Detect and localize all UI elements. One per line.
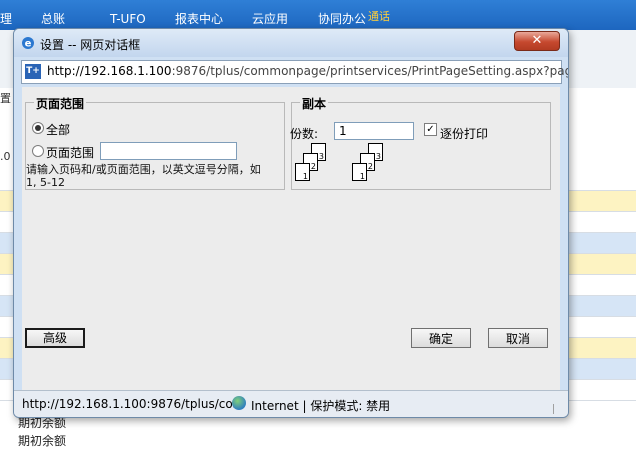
print-settings-dialog: e 设置 -- 网页对话框 ✕ T+ http://192.168.1.100:…	[13, 28, 569, 418]
status-url: http://192.168.1.100:9876/tplus/con	[22, 397, 241, 411]
bg-left-label: .0	[0, 150, 11, 163]
nav-item-cloud-apps[interactable]: 云应用	[252, 12, 288, 26]
radio-page-range[interactable]	[32, 145, 44, 157]
radio-page-range-label[interactable]: 页面范围	[46, 144, 94, 161]
tplus-icon: T+	[25, 64, 41, 79]
page-range-hint-example: 1, 5-12	[26, 176, 65, 189]
radio-all[interactable]	[32, 122, 44, 134]
globe-icon	[232, 396, 246, 410]
collate-checkbox[interactable]: ✓	[424, 123, 437, 136]
svg-text:e: e	[25, 39, 32, 50]
nav-item-report-center[interactable]: 报表中心	[175, 12, 223, 26]
page-range-input[interactable]	[100, 142, 237, 160]
dialog-titlebar[interactable]: e 设置 -- 网页对话框 ✕	[14, 29, 568, 57]
page-range-group: 页面范围 全部 页面范围 请输入页码和/或页面范围，以英文逗号分隔，如 1, 5…	[25, 95, 285, 190]
app-top-nav: 理 总账 T-UFO 报表中心 云应用 协同办公 通话	[0, 0, 636, 30]
bg-left-label: 置	[0, 92, 11, 105]
address-url: http://192.168.1.100:9876/tplus/commonpa…	[47, 64, 569, 78]
copies-legend: 副本	[300, 95, 329, 112]
ok-button[interactable]: 确定	[411, 328, 471, 348]
close-button[interactable]: ✕	[514, 31, 560, 51]
page-icon: 1	[295, 163, 310, 181]
copies-count-input[interactable]	[334, 122, 414, 140]
cancel-button[interactable]: 取消	[488, 328, 548, 348]
page-range-hint: 请输入页码和/或页面范围，以英文逗号分隔，如	[26, 163, 261, 176]
address-bar: T+ http://192.168.1.100:9876/tplus/commo…	[21, 60, 568, 84]
dialog-title: 设置 -- 网页对话框	[40, 38, 141, 52]
resize-grip-icon[interactable]	[553, 404, 564, 414]
address-host: http://192.168.1.100	[47, 64, 172, 78]
nav-item[interactable]: 理	[0, 12, 12, 26]
status-bar: http://192.168.1.100:9876/tplus/con Inte…	[14, 390, 568, 417]
radio-all-label[interactable]: 全部	[46, 121, 70, 138]
copies-group: 副本 份数: ✓ 逐份打印 3 2 1 3 2 1	[290, 95, 551, 190]
advanced-button[interactable]: 高级	[25, 328, 85, 348]
ie-icon: e	[22, 37, 34, 50]
bg-row-label: 期初余额	[18, 434, 67, 448]
nav-item-general-ledger[interactable]: 总账	[41, 12, 65, 26]
copies-count-label: 份数:	[290, 127, 319, 141]
security-zone: Internet | 保护模式: 禁用	[251, 399, 391, 413]
nav-item-t-ufo[interactable]: T-UFO	[110, 12, 146, 26]
nav-item-collaboration[interactable]: 协同办公	[318, 12, 366, 26]
address-path: :9876/tplus/commonpage/printservices/Pri…	[171, 64, 569, 78]
page-icon: 1	[352, 163, 367, 181]
collate-label[interactable]: 逐份打印	[440, 125, 488, 142]
page-range-legend: 页面范围	[34, 95, 87, 112]
dialog-content: 页面范围 全部 页面范围 请输入页码和/或页面范围，以英文逗号分隔，如 1, 5…	[22, 87, 560, 390]
nav-alert[interactable]: 通话	[368, 10, 390, 24]
